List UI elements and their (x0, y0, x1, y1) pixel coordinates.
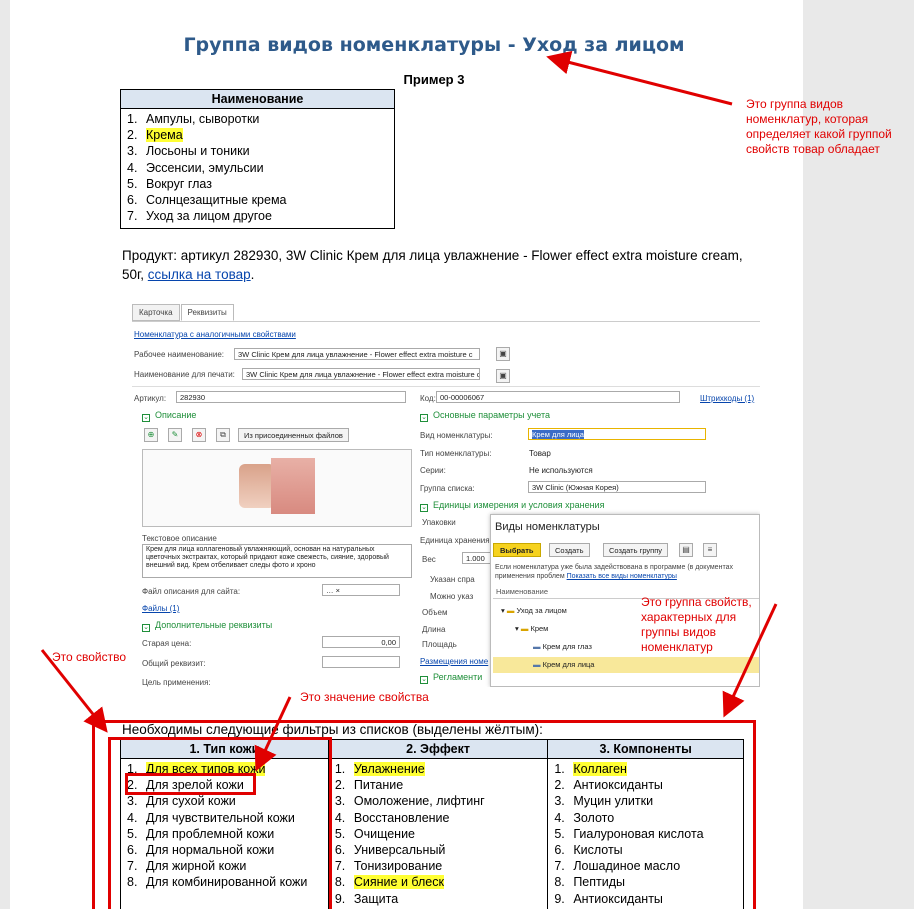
product-link[interactable]: ссылка на товар (148, 267, 251, 282)
copy-icon[interactable]: ▣ (496, 347, 510, 361)
file-field[interactable]: … × (322, 584, 400, 596)
value-note: Это значение свойства (300, 690, 429, 704)
delete-icon[interactable]: ⊗ (192, 428, 206, 442)
work-name-field[interactable]: 3W Clinic Крем для лица увлажнение - Flo… (234, 348, 480, 360)
link-icon[interactable]: ⧉ (216, 428, 230, 442)
kind-item: 5. Вокруг глаз (127, 176, 212, 191)
group-field[interactable]: 3W Clinic (Южная Корея) (528, 481, 706, 493)
select-button[interactable]: Выбрать (493, 543, 541, 557)
property-highlight-box (108, 737, 332, 909)
add-icon[interactable]: ⊕ (144, 428, 158, 442)
tab-card[interactable]: Карточка (132, 304, 180, 321)
group-note: Это группа видов номенклатур, которая оп… (746, 97, 892, 156)
product-image (142, 449, 412, 527)
barcodes-link[interactable]: Штрихкоды (1) (700, 394, 754, 403)
text-description-field[interactable]: Крем для лица коллагеновый увлажняющий, … (142, 544, 412, 578)
folder-icon[interactable]: ▤ (679, 543, 693, 557)
files-link[interactable]: Файлы (1) (142, 604, 179, 613)
print-name-field[interactable]: 3W Clinic Крем для лица увлажнение - Flo… (242, 368, 480, 380)
copy-icon[interactable]: ▣ (496, 369, 510, 383)
kind-item: 2. Крема (127, 128, 183, 143)
property-note: Это свойство (52, 650, 127, 664)
kind-item: 4. Эссенсии, эмульсии (127, 160, 264, 175)
kind-item: 7. Уход за лицом другое (127, 209, 272, 224)
section-units[interactable]: ⌄ Единицы измерения и условия хранения (420, 500, 604, 512)
code-field[interactable]: 00-00006067 (436, 391, 680, 403)
props-note: Это группа свойств, характерных для груп… (641, 595, 752, 654)
old-price-field[interactable]: 0,00 (322, 636, 400, 648)
section-reglament[interactable]: ⌄ Регламенти (420, 672, 482, 684)
edit-icon[interactable]: ✎ (168, 428, 182, 442)
example-heading: Пример 3 (403, 72, 465, 87)
section-extra[interactable]: ⌄ Дополнительные реквизиты (142, 620, 272, 632)
tree-row-selected[interactable]: ▬ Крем для лица (493, 657, 759, 673)
section-main-params[interactable]: ⌄ Основные параметры учета (420, 410, 550, 422)
kind-item: 1. Ампулы, сыворотки (127, 112, 260, 126)
create-button[interactable]: Создать (549, 543, 590, 557)
popup-title: Виды номенклатуры (495, 521, 600, 533)
section-description[interactable]: ⌄ Описание (142, 410, 196, 422)
tab-requisites[interactable]: Реквизиты (180, 304, 234, 321)
kinds-table-header: Наименование (120, 89, 395, 109)
article-field[interactable]: 282930 (176, 391, 406, 403)
product-line: Продукт: артикул 282930, 3W Clinic Крем … (122, 248, 743, 282)
kind-item: 6. Солнцезащитные крема (127, 192, 287, 207)
list-icon[interactable]: ≡ (703, 543, 717, 557)
value-highlight-box (125, 773, 256, 795)
kind-field[interactable]: Крем для лица (528, 428, 706, 440)
page-title: Группа видов номенклатуры - Уход за лицо… (183, 34, 685, 56)
popup-note: Если номенклатура уже была задействована… (495, 564, 733, 580)
placement-link[interactable]: Размещения номе (420, 657, 488, 666)
kinds-table: Наименование 1. Ампулы, сыворотки 2. Крема 3… (120, 89, 395, 230)
kind-item: 3. Лосьоны и тоники (127, 144, 250, 159)
from-files-button[interactable]: Из присоединенных файлов (238, 428, 349, 442)
common-attr-field[interactable] (322, 656, 400, 668)
kinds-list: 1. Ампулы, сыворотки 2. Крема 3. Лосьоны и то… (127, 111, 388, 224)
similar-link[interactable]: Номенклатура с аналогичными свойствами (134, 330, 296, 339)
create-group-button[interactable]: Создать группу (603, 543, 669, 557)
